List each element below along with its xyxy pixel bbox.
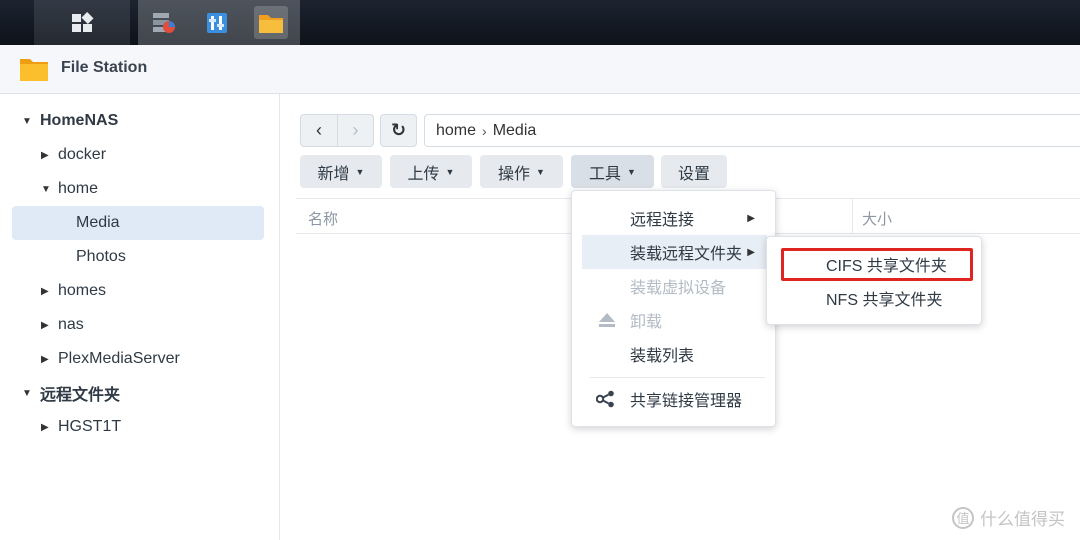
menu-item-remote-connection[interactable]: 远程连接 ▶ <box>582 201 767 235</box>
chevron-left-icon: ‹ <box>316 120 322 140</box>
tree-item-remote-folders[interactable]: ▼ 远程文件夹 <box>22 376 262 410</box>
file-station-taskbar-button[interactable] <box>254 6 288 39</box>
menu-item-label: 卸载 <box>630 314 663 331</box>
window-title: File Station <box>61 59 148 76</box>
taskbar-apps <box>138 0 300 45</box>
tree-item-hgst1t[interactable]: ▶ HGST1T <box>41 410 261 444</box>
tree-item-photos[interactable]: Photos <box>12 240 264 274</box>
annotation-highlight-box <box>781 248 973 281</box>
upload-button-label: 上传 <box>407 165 440 183</box>
tree-item-label: homes <box>58 282 107 299</box>
tools-menu: 远程连接 ▶ 装载远程文件夹 ▶ 装载虚拟设备 卸载 装载列表 共享链接管理器 <box>571 190 776 427</box>
menu-item-label: 共享链接管理器 <box>630 393 743 410</box>
control-panel-taskbar-button[interactable] <box>200 6 234 39</box>
tree-item-docker[interactable]: ▶ docker <box>41 138 261 172</box>
column-name-header[interactable]: 名称 <box>308 208 338 229</box>
window-header: File Station <box>0 45 1080 94</box>
caret-right-icon[interactable]: ▶ <box>41 150 55 161</box>
menu-item-share-link-manager[interactable]: 共享链接管理器 <box>582 382 767 416</box>
caret-right-icon[interactable]: ▶ <box>41 354 55 365</box>
tree-item-label: 远程文件夹 <box>40 387 121 404</box>
caret-right-icon[interactable]: ▶ <box>41 320 55 331</box>
path-bar[interactable]: home › Media <box>424 114 1080 147</box>
menu-item-unmount[interactable]: 卸载 <box>582 303 767 337</box>
menu-separator <box>590 377 765 378</box>
caret-right-icon[interactable]: ▶ <box>41 422 55 433</box>
path-segment[interactable]: home <box>436 122 476 140</box>
storage-manager-taskbar-button[interactable] <box>146 6 180 39</box>
submenu-arrow-icon: ▶ <box>747 246 755 258</box>
back-button[interactable]: ‹ <box>301 115 337 146</box>
tree-item-label: docker <box>58 146 107 163</box>
menu-item-label: 远程连接 <box>630 212 695 229</box>
main-menu-icon <box>72 11 94 32</box>
caret-down-icon[interactable]: ▼ <box>41 184 55 195</box>
control-panel-icon <box>207 12 227 33</box>
watermark-logo-icon: 值 <box>952 506 974 529</box>
tree-item-plexmediaserver[interactable]: ▶ PlexMediaServer <box>41 342 261 376</box>
menu-item-label: 装载虚拟设备 <box>630 280 727 297</box>
tools-button[interactable]: 工具 ▼ <box>571 155 654 188</box>
eject-icon <box>599 313 615 327</box>
history-nav: ‹ › <box>300 114 374 147</box>
menu-item-mount-list[interactable]: 装载列表 <box>582 337 767 371</box>
path-segment[interactable]: Media <box>493 122 537 140</box>
storage-manager-icon <box>153 12 175 33</box>
tree-item-label: home <box>58 180 99 197</box>
caret-down-icon: ▼ <box>355 166 365 177</box>
action-button-label: 操作 <box>498 165 531 183</box>
path-separator: › <box>482 122 487 139</box>
tree-item-nas[interactable]: ▶ nas <box>41 308 261 342</box>
menu-item-mount-remote-folder[interactable]: 装载远程文件夹 ▶ <box>582 235 767 269</box>
file-station-icon <box>20 59 48 81</box>
forward-button[interactable]: › <box>337 115 373 146</box>
caret-down-icon: ▼ <box>445 166 455 177</box>
tools-button-label: 工具 <box>589 165 622 183</box>
refresh-button[interactable]: ↻ <box>380 114 417 147</box>
tree-item-label: nas <box>58 316 84 333</box>
column-divider[interactable] <box>852 199 853 233</box>
column-size-header[interactable]: 大小 <box>862 208 892 229</box>
settings-button[interactable]: 设置 <box>661 155 727 188</box>
create-button-label: 新增 <box>317 165 350 183</box>
tree-item-label: PlexMediaServer <box>58 350 180 367</box>
caret-right-icon[interactable]: ▶ <box>41 286 55 297</box>
watermark: 值 什么值得买 <box>952 505 1065 530</box>
menu-item-label: 装载列表 <box>630 348 695 365</box>
chevron-right-icon: › <box>352 120 359 140</box>
taskbar <box>0 0 1080 45</box>
caret-down-icon[interactable]: ▼ <box>22 116 36 127</box>
menu-item-label: 装载远程文件夹 <box>630 246 743 263</box>
tree-item-media[interactable]: Media <box>12 206 264 240</box>
tree-item-label: Photos <box>76 248 126 265</box>
caret-down-icon: ▼ <box>627 166 636 177</box>
menu-item-nfs-shared-folder[interactable]: NFS 共享文件夹 <box>775 281 975 315</box>
upload-button[interactable]: 上传 ▼ <box>390 155 472 188</box>
action-button[interactable]: 操作 ▼ <box>480 155 563 188</box>
settings-button-label: 设置 <box>677 165 710 183</box>
tree-item-homes[interactable]: ▶ homes <box>41 274 261 308</box>
folder-icon <box>259 14 283 33</box>
refresh-icon: ↻ <box>390 120 407 140</box>
caret-down-icon[interactable]: ▼ <box>22 388 36 399</box>
menu-item-label: NFS 共享文件夹 <box>826 292 943 309</box>
tree-item-home[interactable]: ▼ home <box>41 172 261 206</box>
tree-item-label: HomeNAS <box>40 112 119 129</box>
folder-tree-sidebar: ▼ HomeNAS ▶ docker ▼ home Media Photos ▶… <box>0 94 280 540</box>
tree-item-homenas[interactable]: ▼ HomeNAS <box>22 104 262 138</box>
share-icon <box>596 390 614 408</box>
menu-item-mount-virtual-drive[interactable]: 装载虚拟设备 <box>582 269 767 303</box>
tree-item-label: HGST1T <box>58 418 122 435</box>
watermark-text: 什么值得买 <box>980 510 1065 529</box>
submenu-arrow-icon: ▶ <box>747 212 755 224</box>
caret-down-icon: ▼ <box>536 166 545 177</box>
create-button[interactable]: 新增 ▼ <box>300 155 382 188</box>
tree-item-label: Media <box>76 214 120 231</box>
main-menu-button[interactable] <box>34 0 130 45</box>
